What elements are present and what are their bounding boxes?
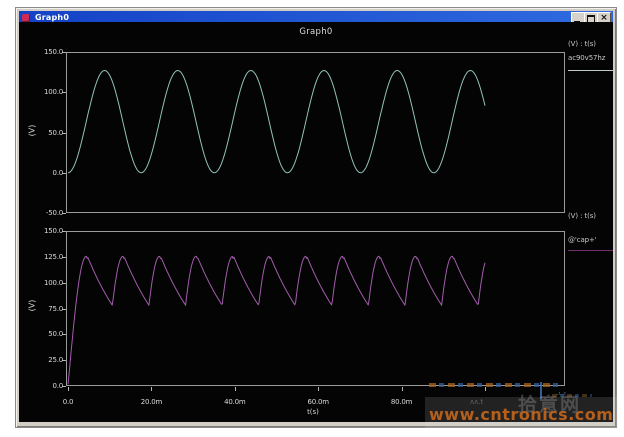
x-axis-label: t(s) (293, 408, 333, 416)
y-tick-label: 50.0 (19, 330, 63, 338)
y-tick-label: 75.0 (19, 305, 63, 313)
plot2-legend-title: (V) : t(s) (568, 212, 615, 220)
y-tick-label: 100.0 (19, 88, 63, 96)
waveform-trace-1 (67, 53, 564, 212)
x-tick-mark (151, 387, 152, 391)
legend-swatch (568, 250, 613, 251)
x-tick-mark (68, 387, 69, 391)
waveform-trace-2 (67, 232, 564, 385)
y-tick-label: 125.0 (19, 253, 63, 261)
x-tick-mark (402, 387, 403, 391)
x-tick-label: 80.0m (382, 398, 422, 406)
plot1-legend-trace-name: ac90v57hz (568, 54, 615, 62)
y-tick-label: 50.0 (19, 129, 63, 137)
y-tick-label: -50.0 (19, 209, 63, 217)
y-tick-label: 25.0 (19, 356, 63, 364)
x-tick-label: 0.0 (48, 398, 88, 406)
watermark-url-text: www.cntronics.com (429, 405, 613, 424)
screenshot-stage: Graph0 × Graph0 (V) (V) t(s) (V) : t(s) … (0, 0, 624, 437)
graph-title: Graph0 (19, 27, 613, 37)
x-tick-label: 20.0m (131, 398, 171, 406)
y-tick-label: 0.0 (19, 382, 63, 390)
x-tick-mark (485, 387, 486, 391)
y-tick-label: 0.0 (19, 169, 63, 177)
x-tick-mark (235, 387, 236, 391)
y-tick-label: 150.0 (19, 227, 63, 235)
x-tick-label: 60.0m (298, 398, 338, 406)
y-tick-label: 100.0 (19, 279, 63, 287)
x-tick-label: 40.0m (215, 398, 255, 406)
legend-swatch (568, 70, 613, 71)
plot1-legend-title: (V) : t(s) (568, 40, 615, 48)
x-tick-mark (318, 387, 319, 391)
y-tick-label: 150.0 (19, 48, 63, 56)
app-icon (22, 14, 30, 22)
plot2-legend-trace-name: @'cap+' (568, 236, 615, 244)
